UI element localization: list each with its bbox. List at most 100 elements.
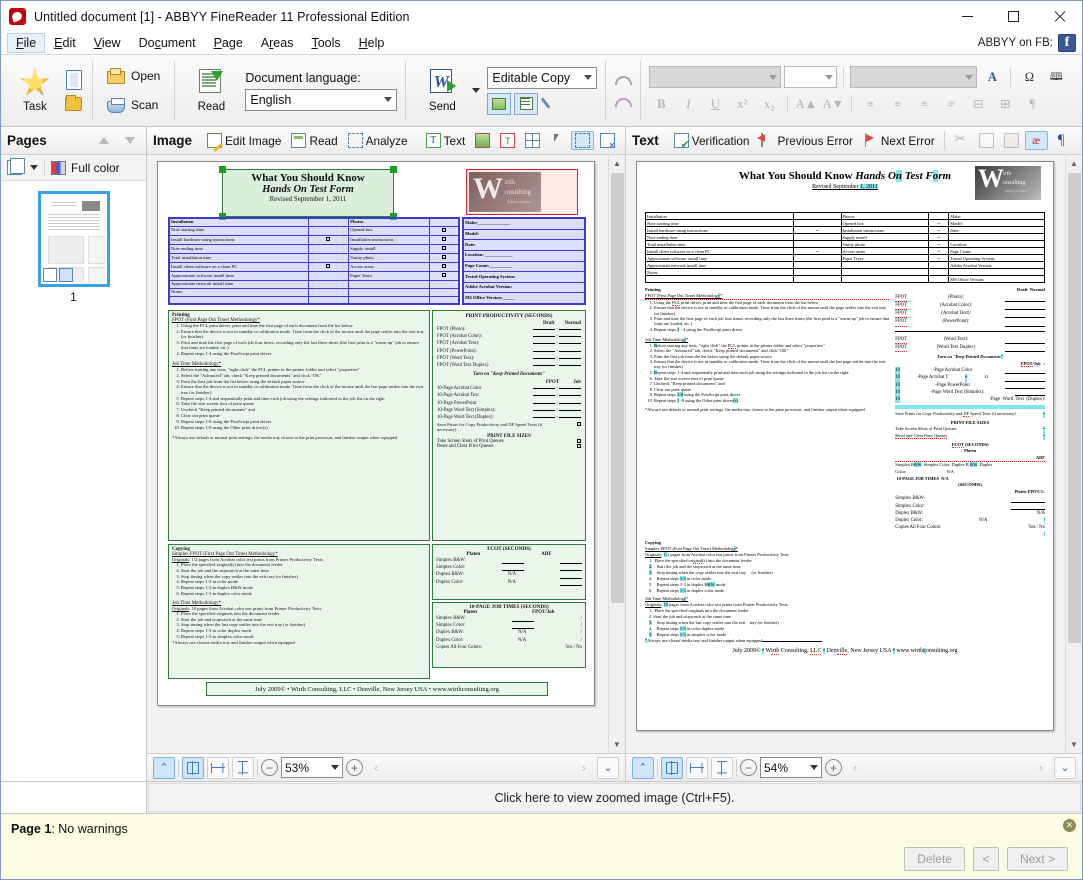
text-scroll-area[interactable]: What You Should Know Hands On Test Form …: [626, 155, 1065, 753]
menu-page[interactable]: Page: [205, 33, 252, 53]
abbyy-facebook-area[interactable]: ABBYY on FB: f: [978, 34, 1076, 52]
zoom-image-hint[interactable]: Click here to view zoomed image (Ctrl+F5…: [148, 783, 1081, 812]
edit-image-button[interactable]: Edit Image: [203, 131, 285, 150]
increase-font-size-button[interactable]: A▲: [794, 93, 818, 115]
text-zoom-out-button[interactable]: −: [740, 759, 757, 776]
move-page-up-button[interactable]: [94, 131, 114, 151]
minimize-button[interactable]: [944, 1, 990, 32]
image-collapse-button[interactable]: ⌃: [153, 756, 175, 779]
send-dropdown-button[interactable]: [470, 88, 481, 93]
facebook-icon[interactable]: f: [1058, 34, 1076, 52]
copy-button[interactable]: [975, 131, 998, 150]
read-button[interactable]: Read: [183, 59, 239, 123]
marquee-select-button[interactable]: [571, 131, 595, 150]
paragraph-marks-button[interactable]: ¶: [1020, 93, 1044, 115]
font-color-icon[interactable]: A: [980, 66, 1004, 88]
image-vertical-scrollbar[interactable]: ▲ ▼: [608, 155, 625, 753]
align-left-button[interactable]: ≡: [858, 93, 882, 115]
menu-file[interactable]: FFileile: [7, 33, 46, 53]
text-collapse-button[interactable]: ⌃: [632, 756, 654, 779]
bold-button[interactable]: B: [649, 93, 673, 115]
symbol-icon[interactable]: Ω: [1017, 66, 1041, 88]
text-vertical-scrollbar[interactable]: ▲ ▼: [1065, 155, 1082, 753]
dictionary-icon[interactable]: 🕮: [1044, 66, 1068, 88]
text-fit-width-button[interactable]: [686, 756, 708, 779]
area-title[interactable]: What You Should Know Hands On Test Form …: [219, 166, 397, 220]
ocr-printing-column[interactable]: Printing FPOT (First Page Out Time) Meth…: [645, 287, 890, 538]
formatting-marks-button[interactable]: ¶: [1050, 131, 1073, 150]
text-next-page-button[interactable]: ›: [1031, 760, 1051, 775]
font-family-select[interactable]: [649, 66, 782, 88]
text-prev-page-button[interactable]: ‹: [845, 760, 865, 775]
ocr-text-content[interactable]: What You Should Know Hands On Test Form …: [645, 166, 1045, 655]
new-document-icon[interactable]: [65, 69, 84, 90]
next-error-button[interactable]: Next Error: [859, 131, 939, 150]
menu-view[interactable]: View: [85, 33, 130, 53]
delete-button[interactable]: Delete: [904, 847, 965, 871]
line-spacing-button[interactable]: ⊟: [966, 93, 990, 115]
image-scroll-area[interactable]: What You Should Know Hands On Test Form …: [147, 155, 608, 753]
low-confidence-button[interactable]: æ: [1024, 131, 1048, 150]
superscript-button[interactable]: x²: [730, 93, 754, 115]
subscript-button[interactable]: x₂: [757, 93, 781, 115]
scan-button[interactable]: Scan: [101, 93, 164, 118]
verification-button[interactable]: Verification: [670, 131, 754, 151]
text-expand-button[interactable]: ⌄: [1054, 756, 1076, 779]
image-zoom-select[interactable]: 53%: [281, 757, 343, 778]
image-zoom-out-button[interactable]: −: [261, 759, 278, 776]
image-prev-page-button[interactable]: ‹: [366, 760, 386, 775]
delete-area-button[interactable]: [596, 131, 619, 150]
previous-warning-button[interactable]: <: [972, 847, 999, 871]
image-fit-height-button[interactable]: [232, 756, 254, 779]
text-mode-toggle[interactable]: [514, 92, 539, 115]
analyze-button[interactable]: Analyze: [344, 131, 412, 150]
document-page-image[interactable]: What You Should Know Hands On Test Form …: [157, 161, 595, 706]
move-page-down-button[interactable]: [120, 131, 140, 151]
menu-help[interactable]: Help: [350, 33, 394, 53]
scroll-down-arrow-icon[interactable]: ▼: [1065, 736, 1082, 753]
output-format-select[interactable]: Editable Copy: [487, 66, 598, 89]
area-print-productivity[interactable]: PRINT PRODUCTIVITY (SECONDS) Draft Norma…: [432, 310, 586, 541]
italic-button[interactable]: I: [676, 93, 700, 115]
scroll-down-arrow-icon[interactable]: ▼: [608, 736, 625, 753]
area-printing-text[interactable]: Printing FPOT (First Page Out Time) Meth…: [168, 310, 430, 541]
read-area-button[interactable]: Read: [287, 131, 341, 150]
page-thumbnail-1[interactable]: [37, 191, 110, 287]
close-warnings-icon[interactable]: ✕: [1063, 819, 1076, 832]
menu-document[interactable]: Document: [130, 33, 205, 53]
align-center-button[interactable]: ≡: [885, 93, 909, 115]
ocr-installation-table[interactable]: Installation Photos Make: Note starting ti…: [645, 212, 1045, 283]
table-area-button[interactable]: [521, 131, 544, 150]
text-area-button[interactable]: T Text: [422, 131, 470, 150]
style-select[interactable]: [850, 66, 978, 88]
recognized-text-page[interactable]: What You Should Know Hands On Test Form …: [636, 161, 1054, 731]
image-next-page-button[interactable]: ›: [574, 760, 594, 775]
decrease-font-size-button[interactable]: A▼: [821, 93, 845, 115]
text-zoom-select[interactable]: 54%: [760, 757, 822, 778]
font-size-select[interactable]: [784, 66, 838, 88]
close-button[interactable]: [1036, 1, 1082, 32]
scroll-up-arrow-icon[interactable]: ▲: [1065, 155, 1082, 172]
send-button[interactable]: W Send: [414, 59, 470, 123]
align-right-button[interactable]: ≡: [912, 93, 936, 115]
area-jobtimes-table[interactable]: 10-PAGE JOB TIMES (SECONDS) Platen FPOT/…: [432, 602, 586, 668]
image-zoom-in-button[interactable]: +: [346, 759, 363, 776]
document-language-select[interactable]: English: [245, 88, 398, 111]
area-logo-picture[interactable]: W irth onsulting before you buy…: [466, 169, 578, 215]
menu-edit[interactable]: Edit: [45, 33, 85, 53]
background-picture-area-button[interactable]: T: [496, 131, 519, 150]
cut-button[interactable]: [950, 131, 973, 150]
image-fit-width-button[interactable]: [207, 756, 229, 779]
previous-error-button[interactable]: Previous Error: [755, 131, 856, 150]
picture-mode-toggle[interactable]: [487, 92, 512, 115]
image-fit-page-button[interactable]: [182, 756, 204, 779]
maximize-button[interactable]: [990, 1, 1036, 32]
menu-tools[interactable]: Tools: [302, 33, 349, 53]
area-installation-table[interactable]: Installation Photos Note starting time Ope…: [168, 217, 460, 305]
area-info-table[interactable]: Make:______________ Model: Date: Locatio…: [462, 217, 586, 305]
menu-areas[interactable]: Areas: [252, 33, 303, 53]
justify-button[interactable]: ≡: [939, 93, 963, 115]
picture-area-button[interactable]: [471, 131, 494, 150]
ocr-productivity-column[interactable]: Draft Normal FPOT (Photo): FPOT (Acrobat…: [895, 287, 1045, 538]
paste-button[interactable]: [1000, 131, 1023, 150]
